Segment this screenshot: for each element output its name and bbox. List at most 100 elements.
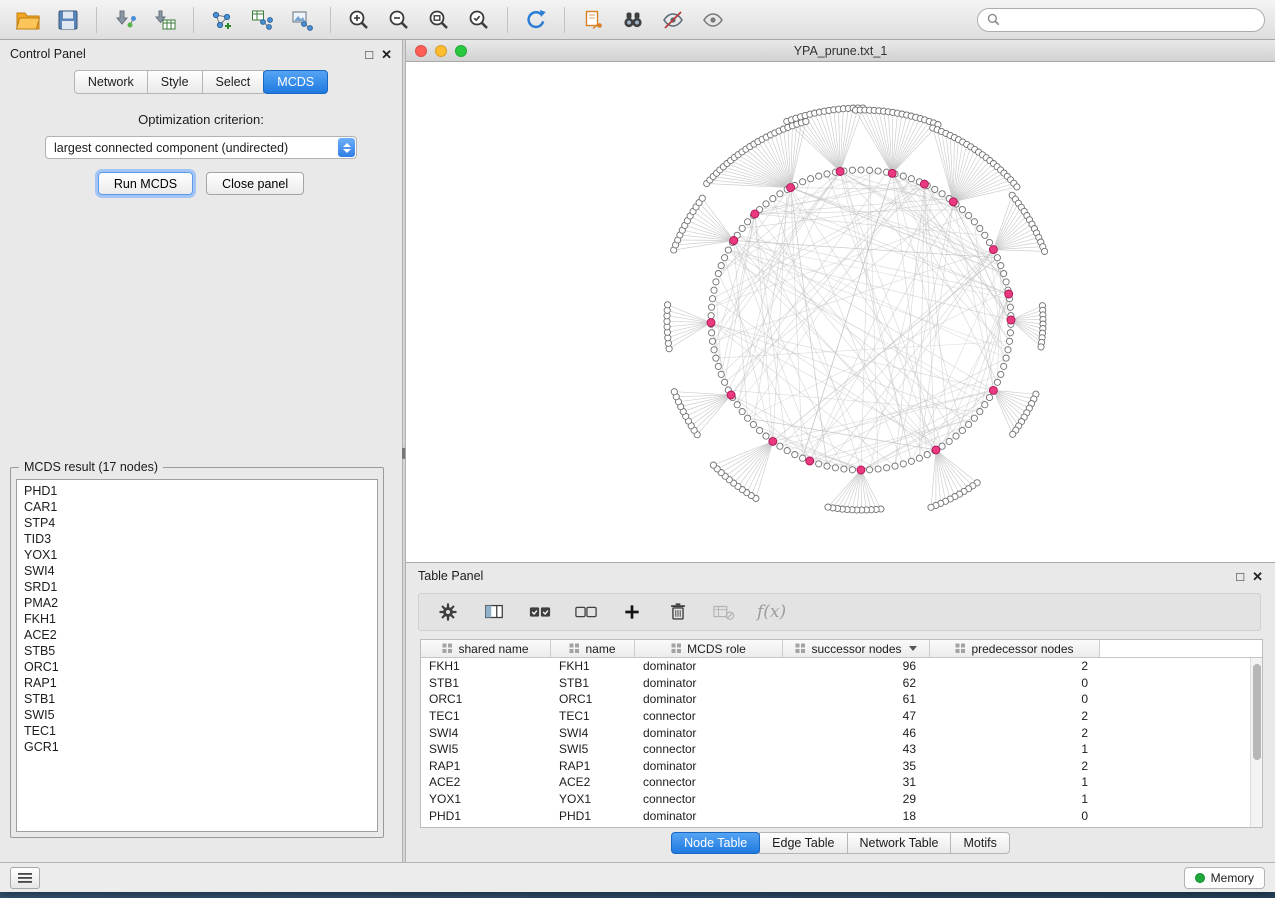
network-hub-node[interactable]	[949, 198, 957, 206]
network-hub-node[interactable]	[1005, 290, 1013, 298]
network-hub-node[interactable]	[730, 237, 738, 245]
network-node[interactable]	[718, 263, 724, 269]
network-node[interactable]	[711, 347, 717, 353]
network-node[interactable]	[1010, 431, 1016, 437]
float-panel-icon[interactable]: □	[365, 48, 373, 61]
delete-column-icon[interactable]	[665, 599, 691, 625]
mcds-result-list[interactable]: PHD1CAR1STP4TID3YOX1SWI4SRD1PMA2FKH1ACE2…	[16, 479, 378, 832]
network-node[interactable]	[1014, 184, 1020, 190]
table-scrollbar[interactable]	[1250, 658, 1262, 827]
mcds-node-item[interactable]: SWI5	[17, 707, 377, 723]
zoom-fit-icon[interactable]	[421, 5, 457, 35]
table-row[interactable]: ORC1ORC1dominator610	[421, 691, 1250, 708]
float-table-panel-icon[interactable]: □	[1236, 570, 1244, 583]
network-node[interactable]	[892, 463, 898, 469]
network-node[interactable]	[1042, 248, 1048, 254]
table-row[interactable]: SWI4SWI4dominator462	[421, 724, 1250, 741]
table-row[interactable]: PHD1PHD1dominator180	[421, 807, 1250, 824]
zoom-in-icon[interactable]	[341, 5, 377, 35]
table-row[interactable]: ACE2ACE2connector311	[421, 774, 1250, 791]
network-node[interactable]	[939, 191, 945, 197]
network-hub-node[interactable]	[806, 457, 814, 465]
network-node[interactable]	[808, 176, 814, 182]
network-node[interactable]	[739, 225, 745, 231]
network-node[interactable]	[722, 255, 728, 261]
save-session-icon[interactable]	[50, 5, 86, 35]
network-node[interactable]	[715, 363, 721, 369]
network-canvas[interactable]	[406, 62, 1275, 562]
network-window-titlebar[interactable]: YPA_prune.txt_1	[406, 40, 1275, 62]
mcds-node-item[interactable]: STB1	[17, 691, 377, 707]
network-graph[interactable]	[406, 62, 1275, 562]
column-header-successor-nodes[interactable]: successor nodes	[783, 640, 930, 657]
clone-network-icon[interactable]	[575, 5, 611, 35]
network-node[interactable]	[946, 438, 952, 444]
network-node[interactable]	[824, 463, 830, 469]
mcds-node-item[interactable]: SWI4	[17, 563, 377, 579]
network-hub-node[interactable]	[920, 180, 928, 188]
network-from-table-icon[interactable]	[244, 5, 280, 35]
network-node[interactable]	[665, 302, 671, 308]
table-settings-gear-icon[interactable]	[435, 599, 461, 625]
network-node[interactable]	[745, 415, 751, 421]
network-node[interactable]	[971, 219, 977, 225]
table-row[interactable]: YOX1YOX1connector291	[421, 791, 1250, 808]
network-node[interactable]	[709, 304, 715, 310]
network-node[interactable]	[722, 379, 728, 385]
column-header-name[interactable]: name	[551, 640, 635, 657]
network-node[interactable]	[709, 296, 715, 302]
hide-graphics-details-icon[interactable]	[655, 5, 691, 35]
network-node[interactable]	[713, 355, 719, 361]
network-node[interactable]	[982, 402, 988, 408]
network-node[interactable]	[770, 196, 776, 202]
network-node[interactable]	[971, 415, 977, 421]
network-node[interactable]	[841, 466, 847, 472]
network-hub-node[interactable]	[1007, 316, 1015, 324]
network-node[interactable]	[1005, 347, 1011, 353]
network-node[interactable]	[928, 504, 934, 510]
network-node[interactable]	[750, 421, 756, 427]
close-mcds-panel-button[interactable]: Close panel	[206, 172, 304, 195]
close-window-icon[interactable]	[415, 45, 427, 57]
network-node[interactable]	[800, 179, 806, 185]
network-node[interactable]	[1006, 338, 1012, 344]
tab-mcds[interactable]: MCDS	[263, 70, 328, 94]
scrollbar-thumb[interactable]	[1253, 664, 1261, 760]
add-column-icon[interactable]	[619, 599, 645, 625]
dropdown-stepper-icon[interactable]	[338, 138, 355, 157]
column-header-shared-name[interactable]: shared name	[421, 640, 551, 657]
memory-button[interactable]: Memory	[1184, 867, 1265, 889]
global-search[interactable]	[977, 8, 1265, 32]
network-node[interactable]	[792, 452, 798, 458]
zoom-selected-icon[interactable]	[461, 5, 497, 35]
refresh-view-icon[interactable]	[518, 5, 554, 35]
zoom-out-icon[interactable]	[381, 5, 417, 35]
network-node[interactable]	[725, 247, 731, 253]
network-from-image-icon[interactable]	[284, 5, 320, 35]
mcds-node-item[interactable]: CAR1	[17, 499, 377, 515]
network-node[interactable]	[982, 232, 988, 238]
tab-select[interactable]: Select	[202, 70, 265, 94]
tab-motifs[interactable]: Motifs	[950, 832, 1009, 854]
mcds-node-item[interactable]: YOX1	[17, 547, 377, 563]
network-node[interactable]	[803, 118, 809, 124]
tab-edge-table[interactable]: Edge Table	[759, 832, 847, 854]
network-node[interactable]	[699, 195, 705, 201]
mcds-node-item[interactable]: STB5	[17, 643, 377, 659]
mcds-node-item[interactable]: ORC1	[17, 659, 377, 675]
table-row[interactable]: STB1STB1dominator620	[421, 675, 1250, 692]
network-node[interactable]	[908, 458, 914, 464]
network-hub-node[interactable]	[727, 391, 735, 399]
column-header-predecessor-nodes[interactable]: predecessor nodes	[930, 640, 1100, 657]
network-node[interactable]	[763, 201, 769, 207]
tab-style[interactable]: Style	[147, 70, 203, 94]
mcds-node-item[interactable]: TEC1	[17, 723, 377, 739]
show-columns-icon[interactable]	[481, 599, 507, 625]
network-node[interactable]	[832, 465, 838, 471]
network-hub-node[interactable]	[836, 168, 844, 176]
mcds-node-item[interactable]: FKH1	[17, 611, 377, 627]
minimize-window-icon[interactable]	[435, 45, 447, 57]
network-node[interactable]	[994, 255, 1000, 261]
network-node[interactable]	[966, 212, 972, 218]
network-node[interactable]	[671, 389, 677, 395]
